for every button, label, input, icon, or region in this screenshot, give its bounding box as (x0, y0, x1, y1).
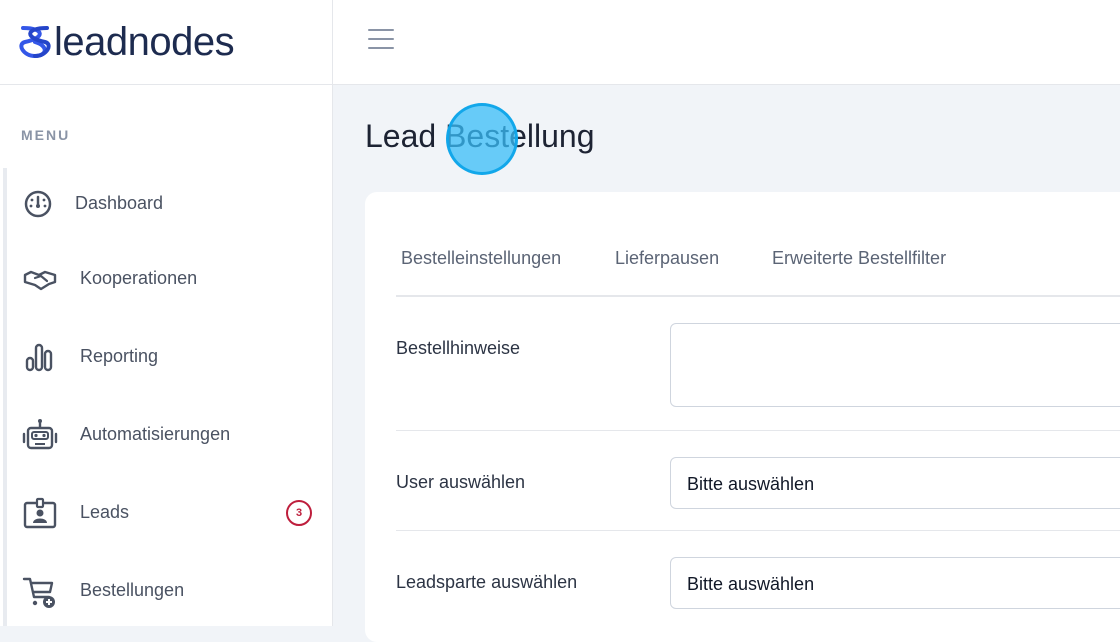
menu-heading: MENU (21, 127, 71, 143)
sidebar-item-dashboard[interactable]: Dashboard (0, 174, 332, 234)
brand-area: leadnodes (0, 0, 332, 85)
hamburger-icon[interactable] (368, 29, 394, 53)
sidebar: leadnodes MENU Dashboard Kooperationen R… (0, 0, 333, 626)
sidebar-item-label: Automatisierungen (80, 424, 231, 444)
sidebar-item-label: Leads (80, 502, 130, 522)
menu-rail (3, 168, 7, 626)
speedometer-icon (24, 190, 52, 218)
bestellhinweise-textarea[interactable] (670, 323, 1120, 407)
brand-name[interactable]: leadnodes (54, 16, 235, 68)
tab-divider (396, 295, 1120, 297)
row-divider (396, 530, 1120, 531)
leadsparte-select-value: Bitte auswählen (687, 574, 815, 594)
sidebar-item-automatisierungen[interactable]: Automatisierungen (0, 405, 332, 465)
tab-bestelleinstellungen[interactable]: Bestelleinstellungen (401, 248, 561, 269)
sidebar-item-label: Bestellungen (80, 580, 185, 600)
sidebar-item-bestellungen[interactable]: Bestellungen (0, 561, 332, 621)
user-select-value: Bitte auswählen (687, 474, 815, 494)
topbar (333, 0, 1120, 85)
tab-erweiterte-bestellfilter[interactable]: Erweiterte Bestellfilter (772, 248, 946, 269)
bestellhinweise-label: Bestellhinweise (396, 338, 521, 358)
leadsparte-select[interactable]: Bitte auswählen (670, 557, 1120, 609)
user-select[interactable]: Bitte auswählen (670, 457, 1120, 509)
click-indicator (446, 103, 518, 175)
sidebar-item-kooperationen[interactable]: Kooperationen (0, 249, 332, 309)
leads-count-badge: 3 (286, 500, 312, 526)
cart-plus-icon (22, 577, 55, 608)
tab-lieferpausen[interactable]: Lieferpausen (615, 248, 719, 269)
row-divider (396, 430, 1120, 431)
sidebar-item-label: Kooperationen (80, 268, 198, 288)
sidebar-item-label: Reporting (80, 346, 159, 366)
sidebar-item-label: Dashboard (75, 193, 164, 213)
sidebar-item-leads[interactable]: Leads 3 (0, 483, 332, 543)
sidebar-item-reporting[interactable]: Reporting (0, 327, 332, 387)
user-select-label: User auswählen (396, 472, 526, 492)
robot-icon (22, 419, 58, 450)
bar-chart-icon (25, 343, 53, 372)
leadsparte-select-label: Leadsparte auswählen (396, 572, 578, 592)
double-loop-logo-icon (19, 26, 51, 59)
handshake-icon (23, 270, 57, 291)
contact-card-icon (23, 497, 57, 529)
